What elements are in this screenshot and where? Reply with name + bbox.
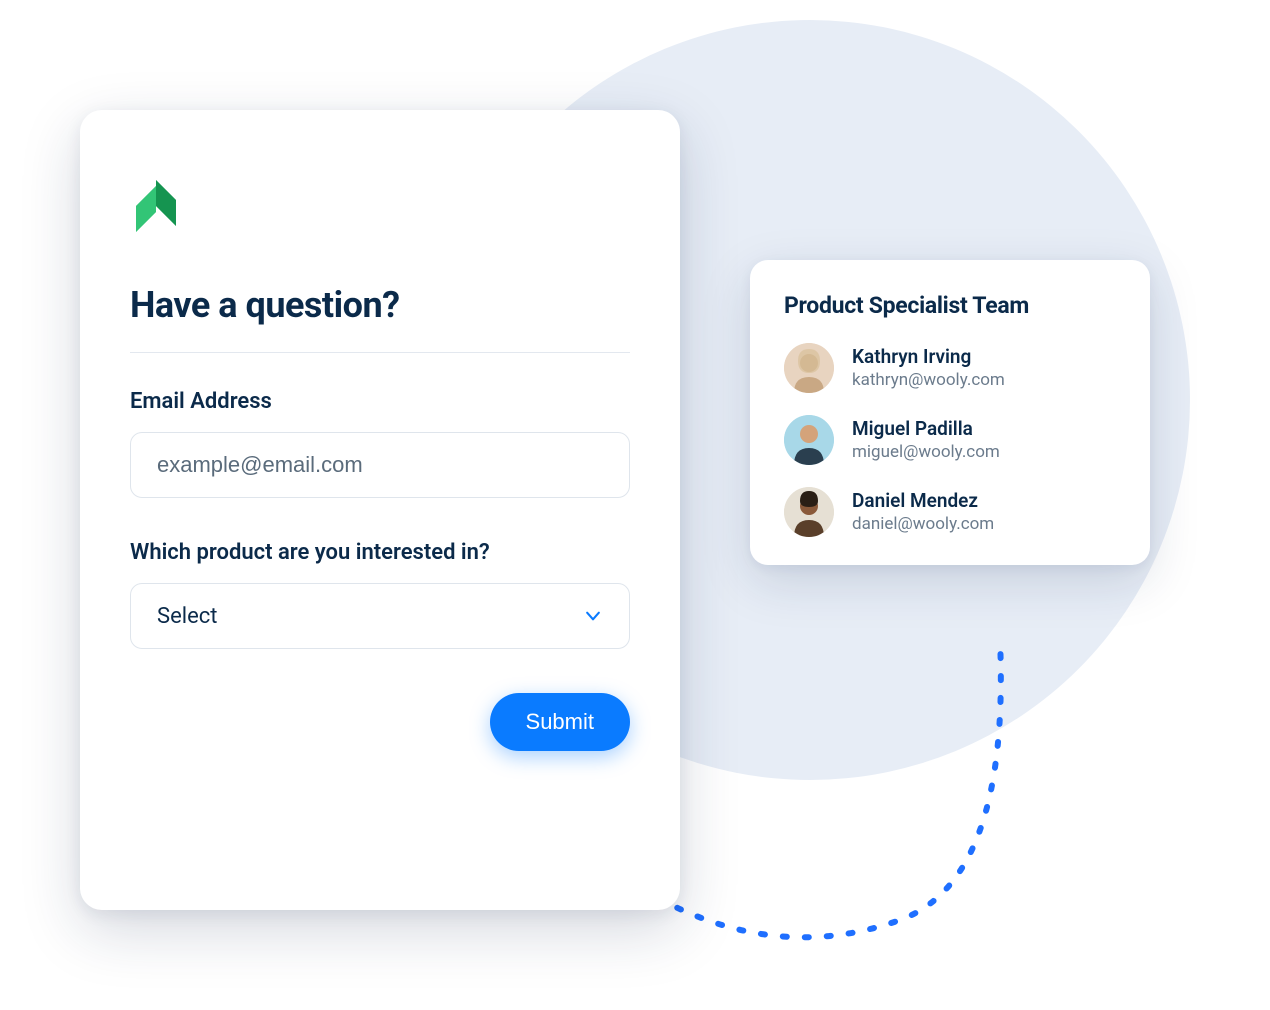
divider — [130, 352, 630, 353]
product-label: Which product are you interested in? — [130, 540, 630, 565]
member-email: kathryn@wooly.com — [852, 369, 1005, 391]
team-title: Product Specialist Team — [784, 292, 1116, 319]
form-title: Have a question? — [130, 284, 630, 326]
question-form-card: Have a question? Email Address Which pro… — [80, 110, 680, 910]
member-email: daniel@wooly.com — [852, 513, 994, 535]
team-member: Miguel Padilla miguel@wooly.com — [784, 415, 1116, 465]
email-label: Email Address — [130, 389, 630, 414]
chevron-down-icon — [583, 606, 603, 626]
product-select[interactable]: Select — [130, 583, 630, 649]
product-select-value: Select — [157, 604, 217, 629]
submit-button[interactable]: Submit — [490, 693, 630, 751]
email-input[interactable] — [130, 432, 630, 498]
avatar — [784, 343, 834, 393]
avatar — [784, 487, 834, 537]
member-name: Daniel Mendez — [852, 489, 994, 514]
brand-logo-icon — [130, 166, 182, 246]
team-card: Product Specialist Team Kathryn Irving k… — [750, 260, 1150, 565]
member-name: Miguel Padilla — [852, 417, 1000, 442]
member-email: miguel@wooly.com — [852, 441, 1000, 463]
team-member: Daniel Mendez daniel@wooly.com — [784, 487, 1116, 537]
team-member: Kathryn Irving kathryn@wooly.com — [784, 343, 1116, 393]
member-name: Kathryn Irving — [852, 345, 1005, 370]
avatar — [784, 415, 834, 465]
